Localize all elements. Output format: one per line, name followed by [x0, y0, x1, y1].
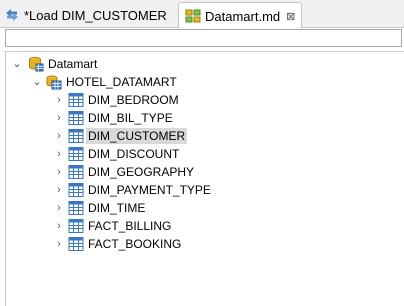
tree-item-dim-time[interactable]: › DIM_TIME	[54, 199, 145, 217]
editor-area: ⌄ Datamart ⌄ HOTEL_DATAMART › DIM_BEDROO…	[0, 28, 404, 306]
chevron-right-icon[interactable]: ›	[54, 221, 64, 232]
chevron-right-icon[interactable]: ›	[54, 203, 64, 214]
table-icon	[68, 147, 84, 161]
tree-item-fact-booking[interactable]: › FACT_BOOKING	[54, 235, 181, 253]
tree-item-fact-billing[interactable]: › FACT_BILLING	[54, 217, 171, 235]
tree-item-label: DIM_BIL_TYPE	[88, 111, 173, 125]
tab-label: Datamart.md	[205, 8, 281, 24]
tree-item-label: DIM_BEDROOM	[88, 93, 179, 107]
tree-item-dim-customer[interactable]: › DIM_CUSTOMER	[54, 127, 188, 145]
chevron-down-icon[interactable]: ⌄	[12, 59, 22, 70]
editor-tab-bar: *Load DIM_CUSTOMER Datamart.md ⊠	[0, 0, 404, 29]
table-icon	[68, 183, 84, 197]
table-icon	[68, 201, 84, 215]
table-icon	[68, 237, 84, 251]
tab-load-dim-customer[interactable]: *Load DIM_CUSTOMER	[0, 2, 178, 28]
close-icon[interactable]: ⊠	[286, 10, 295, 23]
table-icon	[68, 93, 84, 107]
database-icon	[29, 57, 44, 72]
filter-input[interactable]	[5, 29, 402, 47]
chevron-right-icon[interactable]: ›	[54, 95, 64, 106]
tab-label: *Load DIM_CUSTOMER	[24, 7, 167, 23]
table-icon	[68, 219, 84, 233]
tree-item-label: DIM_PAYMENT_TYPE	[88, 183, 211, 197]
tree-item-label: DIM_GEOGRAPHY	[88, 165, 195, 179]
tree-item-dim-discount[interactable]: › DIM_DISCOUNT	[54, 145, 179, 163]
chevron-right-icon[interactable]: ›	[54, 239, 64, 250]
tree-item-dim-geography[interactable]: › DIM_GEOGRAPHY	[54, 163, 194, 181]
tree-root-datamart[interactable]: ⌄ Datamart	[12, 55, 97, 73]
tree-item-dim-bedroom[interactable]: › DIM_BEDROOM	[54, 91, 179, 109]
arrows-icon	[6, 9, 18, 21]
chevron-right-icon[interactable]: ›	[54, 167, 64, 178]
tree-item-label: FACT_BILLING	[88, 219, 172, 233]
chevron-right-icon[interactable]: ›	[54, 131, 64, 142]
datamart-tree: ⌄ Datamart ⌄ HOTEL_DATAMART › DIM_BEDROO…	[5, 51, 404, 306]
tree-item-label: FACT_BOOKING	[88, 237, 182, 251]
tree-item-dim-bil-type[interactable]: › DIM_BIL_TYPE	[54, 109, 173, 127]
table-icon	[68, 165, 84, 179]
tree-item-label: DIM_DISCOUNT	[88, 147, 180, 161]
schema-icon	[46, 75, 62, 90]
chevron-right-icon[interactable]: ›	[54, 149, 64, 160]
datamart-icon	[185, 9, 201, 23]
table-icon	[68, 111, 84, 125]
table-icon	[68, 129, 84, 143]
tree-item-label: DIM_CUSTOMER	[86, 128, 188, 144]
tree-item-label: DIM_TIME	[88, 201, 146, 215]
tab-datamart-md[interactable]: Datamart.md ⊠	[178, 2, 302, 29]
chevron-down-icon[interactable]: ⌄	[32, 77, 42, 88]
chevron-right-icon[interactable]: ›	[54, 113, 64, 124]
chevron-right-icon[interactable]: ›	[54, 185, 64, 196]
tree-item-hotel-datamart[interactable]: ⌄ HOTEL_DATAMART	[32, 73, 177, 91]
tree-item-label: HOTEL_DATAMART	[66, 75, 177, 89]
tree-item-label: Datamart	[48, 57, 98, 71]
tree-item-dim-payment-type[interactable]: › DIM_PAYMENT_TYPE	[54, 181, 211, 199]
